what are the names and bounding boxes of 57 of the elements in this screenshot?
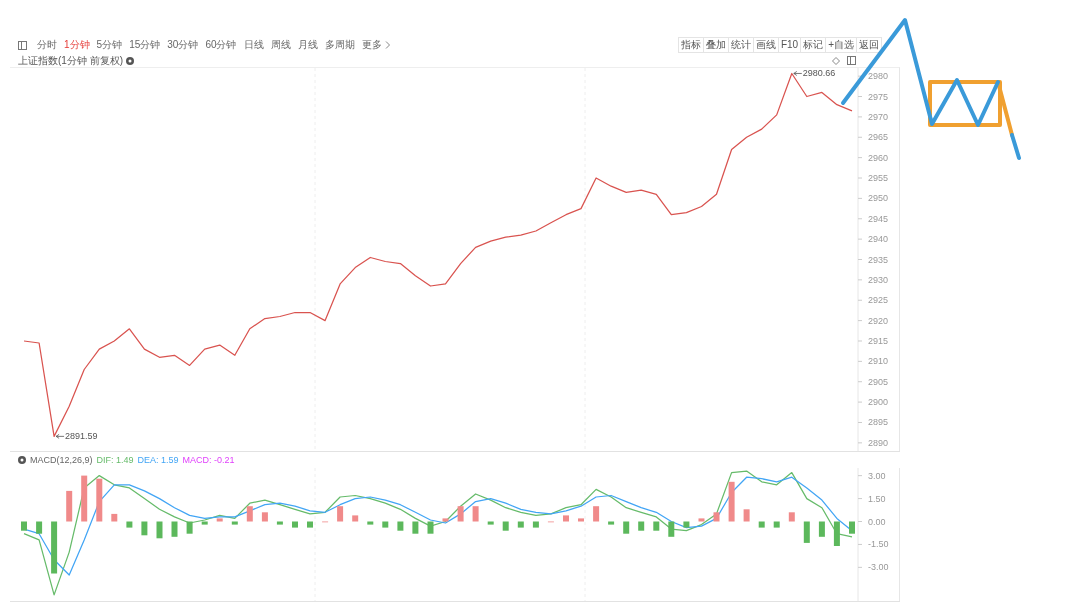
axis-label: 2940 (868, 234, 889, 245)
tool-button[interactable]: +自选 (825, 37, 857, 53)
legend-label: DIF: 1.49 (96, 455, 134, 465)
axis-label: 2955 (868, 173, 889, 183)
period-tab[interactable]: 月线 (296, 38, 319, 52)
axis-label: 2915 (868, 336, 889, 346)
legend-label: DEA: 1.59 (137, 455, 179, 465)
axis-label: 2930 (868, 274, 889, 285)
axis-label: 2960 (868, 152, 889, 163)
settings-icon[interactable] (18, 456, 26, 464)
axis-label: 3.00 (868, 470, 886, 481)
tool-button[interactable]: 叠加 (702, 37, 729, 53)
settings-icon[interactable] (126, 56, 134, 65)
tool-button[interactable]: 画线 (752, 37, 779, 53)
axis-label: 2920 (868, 315, 889, 326)
chevron-icon (384, 41, 390, 49)
legend-label: MACD: -0.21 (182, 455, 235, 465)
price-annotation: 2980.66 (802, 68, 836, 79)
axis-label: 2975 (868, 91, 889, 102)
period-tab[interactable]: 多周期 (323, 38, 356, 52)
axis-label: 0.00 (868, 516, 886, 527)
axis-label: 2965 (868, 132, 889, 143)
axis-label: 2980 (868, 71, 889, 82)
axis-label: 2925 (868, 295, 889, 306)
period-tab[interactable]: 1分钟 (63, 38, 91, 52)
axis-label: 2910 (868, 356, 889, 367)
tool-button[interactable]: 返回 (856, 37, 882, 53)
panel-icon[interactable] (847, 56, 856, 65)
axis-label: 2970 (868, 111, 889, 122)
axis-label: 2900 (868, 397, 889, 408)
tool-button[interactable]: 标记 (800, 37, 827, 53)
period-tab[interactable]: 日线 (242, 38, 265, 52)
axis-label: 2890 (868, 437, 889, 448)
period-tab[interactable]: 60分钟 (204, 38, 238, 52)
axis-label: 2950 (868, 193, 889, 204)
tool-button[interactable]: 统计 (727, 37, 754, 53)
axis-label: 2895 (868, 417, 889, 428)
indicator-title: MACD(12,26,9) (30, 455, 93, 465)
price-annotation: 2891.59 (65, 431, 98, 442)
axis-label: 2945 (868, 213, 889, 224)
period-tab[interactable]: 分时 (36, 38, 58, 52)
period-tab[interactable]: 5分钟 (95, 38, 124, 52)
period-tab[interactable]: 30分钟 (166, 38, 200, 52)
more-link[interactable]: 更多 (360, 38, 391, 52)
panel-icon[interactable] (18, 40, 27, 50)
arrow-icon (55, 433, 65, 439)
axis-label: 2935 (868, 254, 889, 265)
axis-label: -1.50 (868, 539, 889, 550)
tool-button[interactable]: F10 (777, 37, 802, 53)
axis-label: 2905 (868, 376, 889, 387)
chart-title: 上证指数(1分钟 前复权) (18, 53, 123, 68)
tool-button[interactable]: 指标 (677, 37, 704, 53)
period-tab[interactable]: 15分钟 (128, 38, 162, 52)
axis-label: 1.50 (868, 493, 886, 504)
arrow-icon (793, 71, 803, 76)
axis-label: -3.00 (868, 562, 889, 573)
period-tab[interactable]: 周线 (269, 38, 292, 52)
